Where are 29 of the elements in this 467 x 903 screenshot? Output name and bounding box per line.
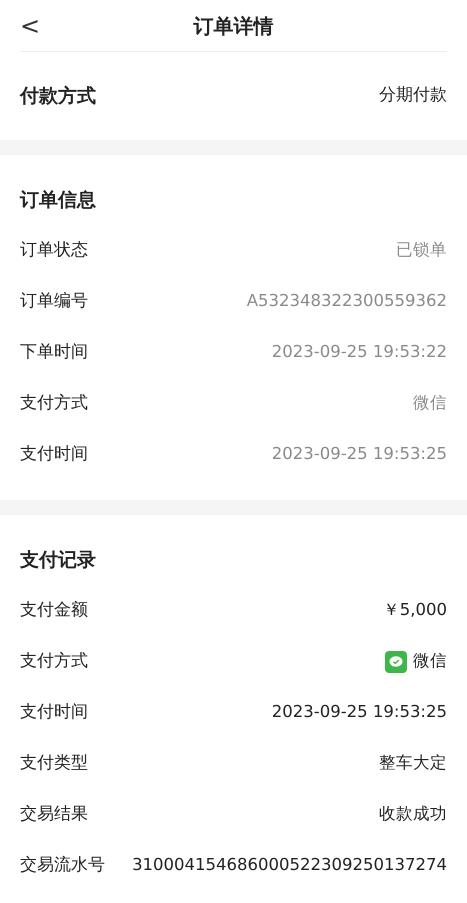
row-value: ￥5,000 <box>382 599 447 622</box>
row-value: 分期付款 <box>379 84 447 108</box>
row-value: 2023-09-25 19:53:25 <box>272 701 447 724</box>
row-label: 支付方式 <box>20 650 88 673</box>
row-value: 310004154686000522309250137274 <box>132 854 447 876</box>
row-value: 微信 <box>413 650 447 672</box>
row-label: 支付方式 <box>20 392 88 415</box>
row-label: 支付时间 <box>20 442 88 466</box>
row-label: 订单编号 <box>20 290 88 313</box>
row-label: 交易结果 <box>20 802 88 826</box>
row-label: 交易流水号 <box>20 854 105 877</box>
row-label: 支付类型 <box>20 752 88 775</box>
row-value: 2023-09-25 19:53:22 <box>272 341 447 364</box>
page-title: 订单详情 <box>194 12 274 40</box>
row-value: A532348322300559362 <box>246 290 447 312</box>
row-label: 支付金额 <box>20 598 88 622</box>
section-heading: 支付记录 <box>20 548 96 573</box>
row-label: 下单时间 <box>20 340 88 364</box>
row-value: 收款成功 <box>379 803 447 826</box>
back-button[interactable]: < <box>20 14 40 38</box>
row-value: 2023-09-25 19:53:25 <box>272 443 447 466</box>
section-heading: 订单信息 <box>20 188 96 213</box>
row-label: 支付时间 <box>20 700 88 724</box>
row-value: 整车大定 <box>379 752 447 774</box>
row-label: 订单状态 <box>20 238 88 262</box>
row-value: 微信 <box>413 392 447 414</box>
chat-bubble-icon <box>385 650 407 672</box>
row-value: 已锁单 <box>396 239 447 262</box>
section-heading: 付款方式 <box>20 84 96 109</box>
